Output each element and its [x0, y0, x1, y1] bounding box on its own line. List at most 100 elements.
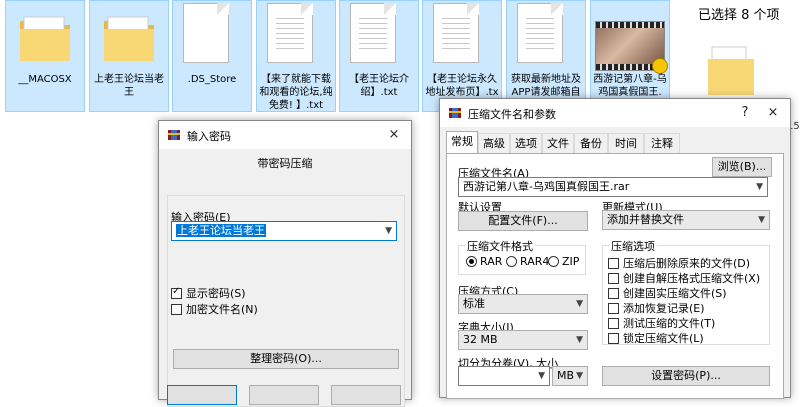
split-unit-select[interactable]: MB ▼ [552, 366, 588, 386]
show-password-checkbox[interactable]: 显示密码(S) [171, 285, 246, 301]
checkbox-icon [171, 286, 182, 299]
password-value: 上老王论坛当老王 [176, 224, 266, 237]
organize-passwords-button[interactable]: 整理密码(O)... [173, 349, 399, 369]
file-item-macosx[interactable]: __MACOSX [5, 0, 85, 112]
compression-method-select[interactable]: 标准 ▼ [458, 294, 588, 314]
file-name: 【来了就能下载和观看的论坛,纯免费! 】.txt [259, 74, 333, 111]
chevron-down-icon[interactable]: ▼ [576, 367, 583, 385]
tab-time[interactable]: 时间 [608, 133, 644, 153]
checkbox-icon [608, 288, 619, 299]
sfx-checkbox[interactable]: 创建自解压格式压缩文件(X) [608, 270, 760, 286]
file-item-txt-4[interactable]: 获取最新地址及APP请发邮箱自 [506, 0, 586, 112]
file-name: __MACOSX [18, 74, 72, 85]
radio-label: RAR4 [520, 255, 550, 268]
file-name: 【老王论坛介绍】.txt [349, 74, 409, 98]
checkbox-label: 添加恢复记录(E) [623, 302, 705, 315]
archive-dialog: 压缩文件名和参数 ? × 常规 高级 选项 文件 备份 时间 注释 压缩文件名(… [439, 98, 791, 399]
tab-general[interactable]: 常规 [446, 131, 478, 154]
video-thumbnail-icon [595, 21, 668, 74]
tab-strip: 常规 高级 选项 文件 备份 时间 注释 [446, 131, 784, 154]
checkbox-label: 创建固实压缩文件(S) [623, 287, 727, 300]
preview-folder-icon [708, 46, 754, 95]
selection-status: 已选择 8 个项 [698, 8, 780, 23]
help-icon[interactable]: ? [734, 103, 756, 123]
solid-archive-checkbox[interactable]: 创建固实压缩文件(S) [608, 285, 727, 301]
text-document-icon [350, 3, 396, 63]
chevron-down-icon[interactable]: ▼ [576, 331, 583, 349]
player-badge-icon [652, 58, 668, 74]
tab-backup[interactable]: 备份 [574, 133, 608, 153]
recovery-record-checkbox[interactable]: 添加恢复记录(E) [608, 300, 705, 316]
file-name: .DS_Store [187, 74, 237, 85]
profiles-button[interactable]: 配置文件(F)... [458, 211, 588, 231]
test-files-checkbox[interactable]: 测试压缩的文件(T) [608, 315, 715, 331]
file-item-ds-store[interactable]: .DS_Store [172, 0, 252, 112]
split-size-input[interactable]: ▼ [458, 366, 550, 386]
chevron-down-icon[interactable]: ▼ [576, 295, 583, 313]
chevron-down-icon[interactable]: ▼ [756, 178, 763, 196]
dialog-titlebar: 输入密码 × [159, 121, 411, 149]
radio-icon [506, 256, 517, 267]
radio-label: RAR [480, 255, 503, 268]
dialog-title: 压缩文件名和参数 [468, 108, 556, 121]
checkbox-label: 创建自解压格式压缩文件(X) [623, 272, 761, 285]
encrypt-names-checkbox[interactable]: 加密文件名(N) [171, 301, 258, 317]
winrar-icon [449, 108, 461, 118]
file-item-folder[interactable]: 上老王论坛当老王 [89, 0, 169, 112]
tab-comment[interactable]: 注释 [644, 133, 680, 153]
dialog-title: 输入密码 [187, 130, 231, 143]
chevron-down-icon[interactable]: ▼ [538, 367, 545, 385]
checkbox-icon [608, 303, 619, 314]
text-document-icon [433, 3, 479, 63]
file-item-video[interactable]: 西游记第八章-乌鸡国真假国王. [590, 0, 670, 112]
password-dialog: 输入密码 × 带密码压缩 输入密码(E) 上老王论坛当老王 ▼ 显示密码(S) … [158, 120, 412, 407]
folder-icon [20, 16, 70, 61]
document-icon [183, 3, 229, 63]
folder-icon [104, 16, 154, 61]
file-name: 获取最新地址及APP请发邮箱自 [511, 74, 581, 98]
checkbox-label: 显示密码(S) [186, 287, 246, 300]
chevron-down-icon[interactable]: ▼ [385, 222, 392, 240]
archive-name-input[interactable]: 西游记第八章-乌鸡国真假国王.rar ▼ [458, 177, 768, 197]
ok-button[interactable] [167, 385, 237, 405]
checkbox-icon [608, 333, 619, 344]
file-name: 西游记第八章-乌鸡国真假国王. [593, 74, 667, 98]
checkbox-label: 加密文件名(N) [186, 303, 258, 316]
format-rar-radio[interactable]: RAR [466, 255, 502, 268]
cancel-button[interactable] [249, 385, 319, 405]
file-item-txt-2[interactable]: 【老王论坛介绍】.txt [339, 0, 419, 112]
update-mode-select[interactable]: 添加并替换文件 ▼ [602, 210, 770, 230]
browse-button[interactable]: 浏览(B)... [712, 157, 772, 177]
delete-after-checkbox[interactable]: 压缩后删除原来的文件(D) [608, 255, 750, 271]
file-item-txt-1[interactable]: 【来了就能下载和观看的论坛,纯免费! 】.txt [256, 0, 336, 112]
help-button[interactable] [331, 385, 401, 405]
winrar-icon [168, 130, 180, 140]
checkbox-label: 压缩后删除原来的文件(D) [623, 257, 751, 270]
set-password-button[interactable]: 设置密码(P)... [602, 366, 770, 386]
checkbox-label: 测试压缩的文件(T) [623, 317, 716, 330]
file-name: 上老王论坛当老王 [94, 74, 164, 98]
tab-advanced[interactable]: 高级 [478, 133, 510, 153]
checkbox-label: 锁定压缩文件(L) [623, 332, 704, 345]
format-zip-radio[interactable]: ZIP [548, 255, 579, 268]
radio-label: ZIP [562, 255, 580, 268]
split-unit-value: MB [557, 369, 575, 382]
text-document-icon [517, 3, 563, 63]
chevron-down-icon[interactable]: ▼ [758, 211, 765, 229]
close-icon[interactable]: × [762, 103, 784, 123]
update-mode-value: 添加并替换文件 [607, 213, 684, 226]
dictionary-size-value: 32 MB [463, 333, 498, 346]
password-input[interactable]: 上老王论坛当老王 ▼ [171, 221, 397, 241]
dialog-titlebar: 压缩文件名和参数 ? × [440, 99, 790, 127]
format-rar4-radio[interactable]: RAR4 [506, 255, 549, 268]
file-item-txt-3[interactable]: 【老王论坛永久地址发布页】.txt [422, 0, 502, 112]
close-icon[interactable]: × [383, 125, 405, 145]
dictionary-size-select[interactable]: 32 MB ▼ [458, 330, 588, 350]
tab-files[interactable]: 文件 [542, 133, 574, 153]
group-title: 压缩文件格式 [465, 238, 535, 254]
radio-icon [548, 256, 559, 267]
group-title: 压缩选项 [609, 238, 657, 254]
archive-name-value: 西游记第八章-乌鸡国真假国王.rar [463, 180, 630, 193]
lock-archive-checkbox[interactable]: 锁定压缩文件(L) [608, 330, 704, 346]
tab-options[interactable]: 选项 [510, 133, 542, 153]
